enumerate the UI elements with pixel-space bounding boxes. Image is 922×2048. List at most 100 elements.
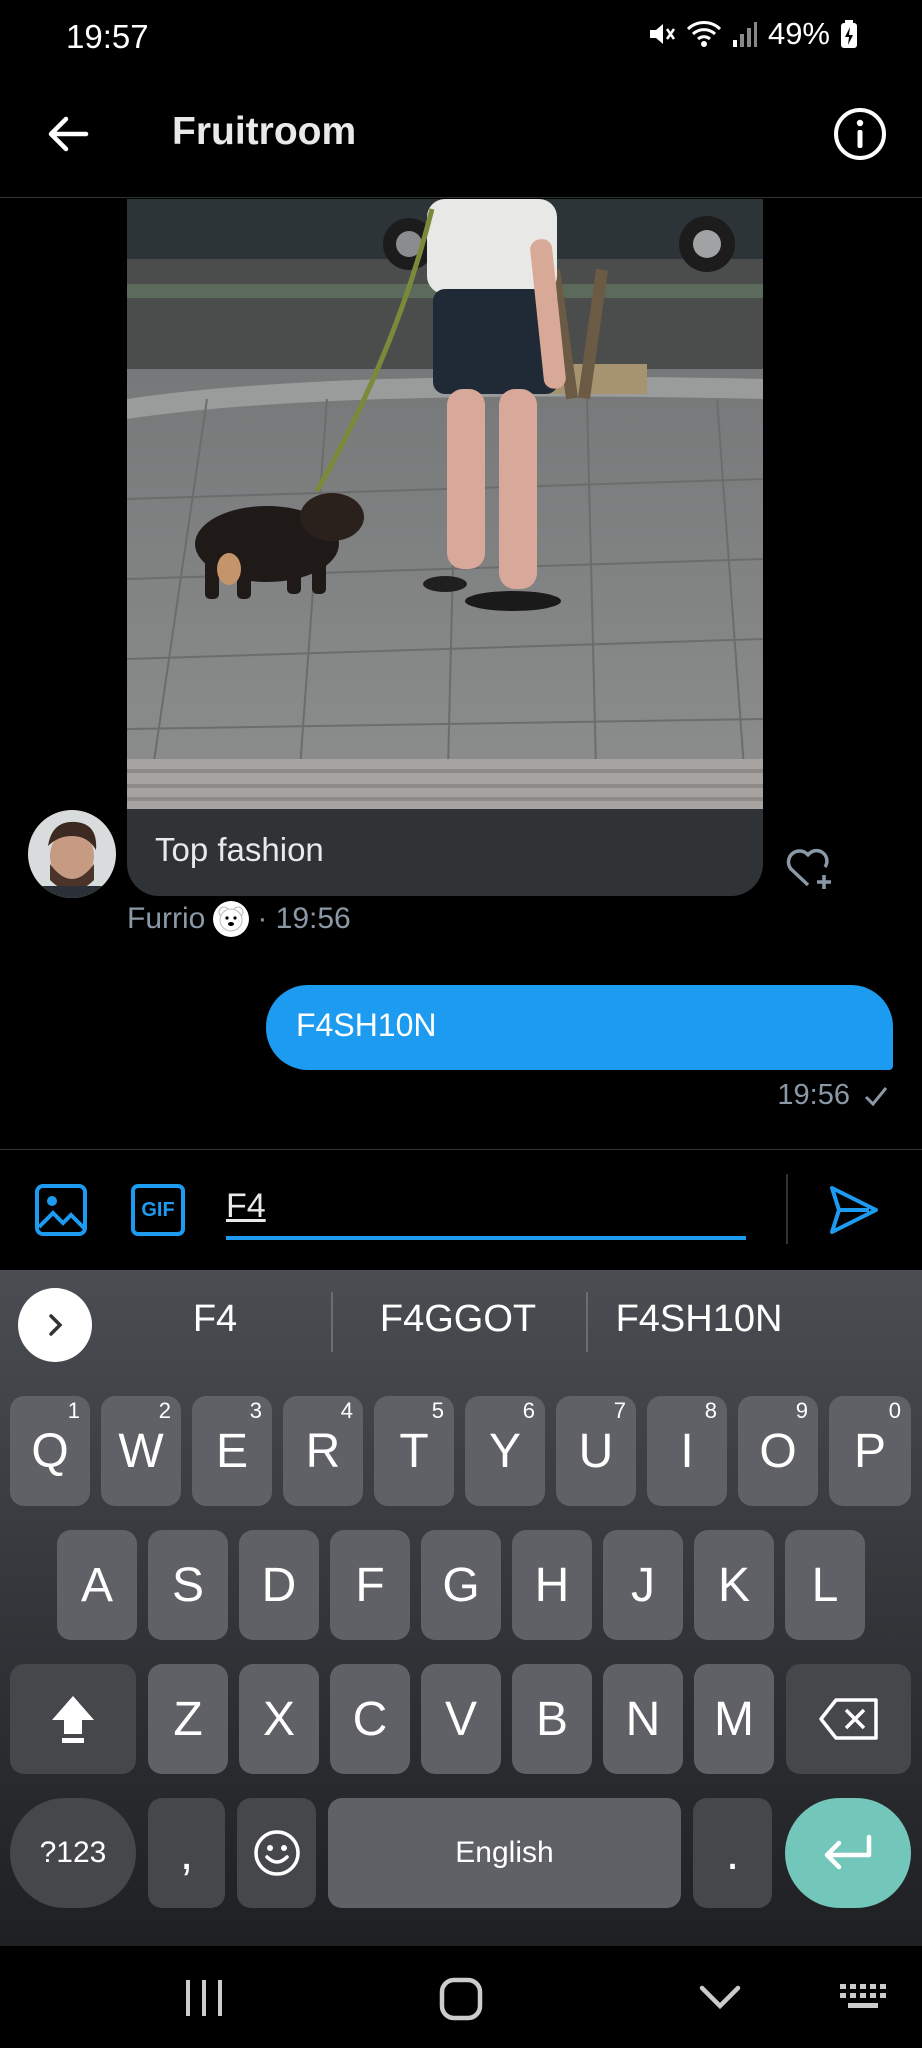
- key-t[interactable]: T5: [374, 1396, 454, 1506]
- key-q[interactable]: Q1: [10, 1396, 90, 1506]
- outgoing-message-meta: 19:56: [777, 1079, 888, 1112]
- period-key[interactable]: .: [693, 1798, 772, 1908]
- sent-check-icon: [864, 1086, 888, 1106]
- key-p[interactable]: P0: [829, 1396, 911, 1506]
- wifi-icon: [686, 19, 722, 49]
- outgoing-message-bubble[interactable]: F4SH10N: [266, 985, 893, 1070]
- key-w[interactable]: W2: [101, 1396, 181, 1506]
- status-icons: 49%: [646, 16, 858, 52]
- send-button[interactable]: [826, 1182, 882, 1238]
- conversation-info-button[interactable]: [830, 104, 890, 164]
- soft-keyboard: F4 F4GGOT F4SH10N Q1 W2 E3 R4 T5 Y6 U7 I…: [0, 1270, 922, 1946]
- suggestion-divider: [586, 1292, 588, 1352]
- recent-apps-button[interactable]: [180, 1976, 228, 2020]
- mute-icon: [646, 19, 676, 49]
- home-button[interactable]: [438, 1976, 484, 2021]
- key-label: T: [399, 1424, 429, 1478]
- keyboard-switch-button[interactable]: [838, 1976, 894, 2020]
- key-hint: 0: [888, 1398, 901, 1423]
- space-key[interactable]: English: [328, 1798, 681, 1908]
- back-button[interactable]: [40, 106, 96, 162]
- message-input[interactable]: [226, 1172, 746, 1236]
- key-f[interactable]: F: [330, 1530, 410, 1640]
- key-l[interactable]: L: [785, 1530, 865, 1640]
- key-h[interactable]: H: [512, 1530, 592, 1640]
- info-icon: [834, 108, 886, 160]
- suggestion-1[interactable]: F4: [110, 1298, 320, 1341]
- key-a[interactable]: A: [57, 1530, 137, 1640]
- emoji-key[interactable]: [237, 1798, 316, 1908]
- key-o[interactable]: O9: [738, 1396, 818, 1506]
- heart-plus-icon: [786, 848, 831, 889]
- incoming-message-meta: Furrio · 19:56: [127, 901, 351, 937]
- key-r[interactable]: R4: [283, 1396, 363, 1506]
- key-hint: 4: [340, 1398, 353, 1423]
- sender-name: Furrio: [127, 902, 206, 935]
- outgoing-message-text: F4SH10N: [296, 1007, 437, 1043]
- key-y[interactable]: Y6: [465, 1396, 545, 1506]
- key-j[interactable]: J: [603, 1530, 683, 1640]
- key-hint: 6: [522, 1398, 535, 1423]
- key-e[interactable]: E3: [192, 1396, 272, 1506]
- symbols-key[interactable]: ?123: [10, 1798, 136, 1908]
- key-i[interactable]: I8: [647, 1396, 727, 1506]
- arrow-left-icon: [48, 116, 89, 152]
- image-icon: [35, 1184, 87, 1236]
- key-hint: 1: [67, 1398, 80, 1423]
- key-label: W: [118, 1424, 164, 1478]
- incoming-message-bubble[interactable]: Top fashion: [127, 809, 763, 896]
- suggestion-strip: F4 F4GGOT F4SH10N: [0, 1270, 922, 1380]
- incoming-message-text: Top fashion: [155, 831, 324, 868]
- react-button[interactable]: [782, 839, 838, 895]
- key-hint: 5: [431, 1398, 444, 1423]
- key-n[interactable]: N: [603, 1664, 683, 1774]
- key-c[interactable]: C: [330, 1664, 410, 1774]
- message-input-wrapper: [226, 1172, 746, 1240]
- signal-icon: [732, 20, 758, 48]
- outgoing-message-time: 19:56: [777, 1079, 850, 1111]
- shift-icon: [52, 1696, 94, 1743]
- key-v[interactable]: V: [421, 1664, 501, 1774]
- incoming-message-time: · 19:56: [257, 902, 351, 935]
- backspace-icon: [818, 1698, 878, 1740]
- key-u[interactable]: U7: [556, 1396, 636, 1506]
- shift-key[interactable]: [10, 1664, 136, 1774]
- enter-key[interactable]: [785, 1798, 911, 1908]
- comma-key[interactable]: ,: [148, 1798, 225, 1908]
- system-navigation-bar: [0, 1946, 922, 2048]
- suggestion-3[interactable]: F4SH10N: [594, 1298, 804, 1341]
- conversation-title[interactable]: Fruitroom: [172, 110, 356, 154]
- conversation-header: Fruitroom: [0, 80, 922, 198]
- key-x[interactable]: X: [239, 1664, 319, 1774]
- keyboard-icon: [840, 1984, 886, 2008]
- emoji-icon: [253, 1830, 300, 1876]
- chevron-right-icon: [49, 1314, 63, 1336]
- key-hint: 7: [613, 1398, 626, 1423]
- key-label: R: [305, 1424, 341, 1478]
- gif-button[interactable]: GIF: [131, 1184, 185, 1236]
- key-z[interactable]: Z: [148, 1664, 228, 1774]
- home-icon: [439, 1977, 483, 2021]
- key-label: Q: [31, 1424, 69, 1478]
- suggestion-divider: [331, 1292, 333, 1352]
- backspace-key[interactable]: [786, 1664, 911, 1774]
- key-d[interactable]: D: [239, 1530, 319, 1640]
- battery-charging-icon: [840, 19, 858, 49]
- key-m[interactable]: M: [694, 1664, 774, 1774]
- key-k[interactable]: K: [694, 1530, 774, 1640]
- composer-divider: [786, 1174, 788, 1244]
- chevron-down-icon: [699, 1985, 741, 2010]
- battery-percent: 49%: [767, 16, 830, 51]
- key-g[interactable]: G: [421, 1530, 501, 1640]
- enter-icon: [824, 1834, 872, 1870]
- suggestion-2[interactable]: F4GGOT: [342, 1298, 574, 1341]
- toolbar-expand-button[interactable]: [18, 1288, 92, 1362]
- message-list[interactable]: Top fashion Furrio · 19:56 F4SH10N 19:56: [0, 199, 922, 1149]
- sender-avatar[interactable]: [28, 810, 116, 898]
- hide-keyboard-button[interactable]: [696, 1976, 744, 2020]
- key-b[interactable]: B: [512, 1664, 592, 1774]
- message-image[interactable]: [127, 199, 763, 809]
- add-photo-button[interactable]: [34, 1183, 88, 1237]
- send-icon: [830, 1186, 878, 1234]
- key-s[interactable]: S: [148, 1530, 228, 1640]
